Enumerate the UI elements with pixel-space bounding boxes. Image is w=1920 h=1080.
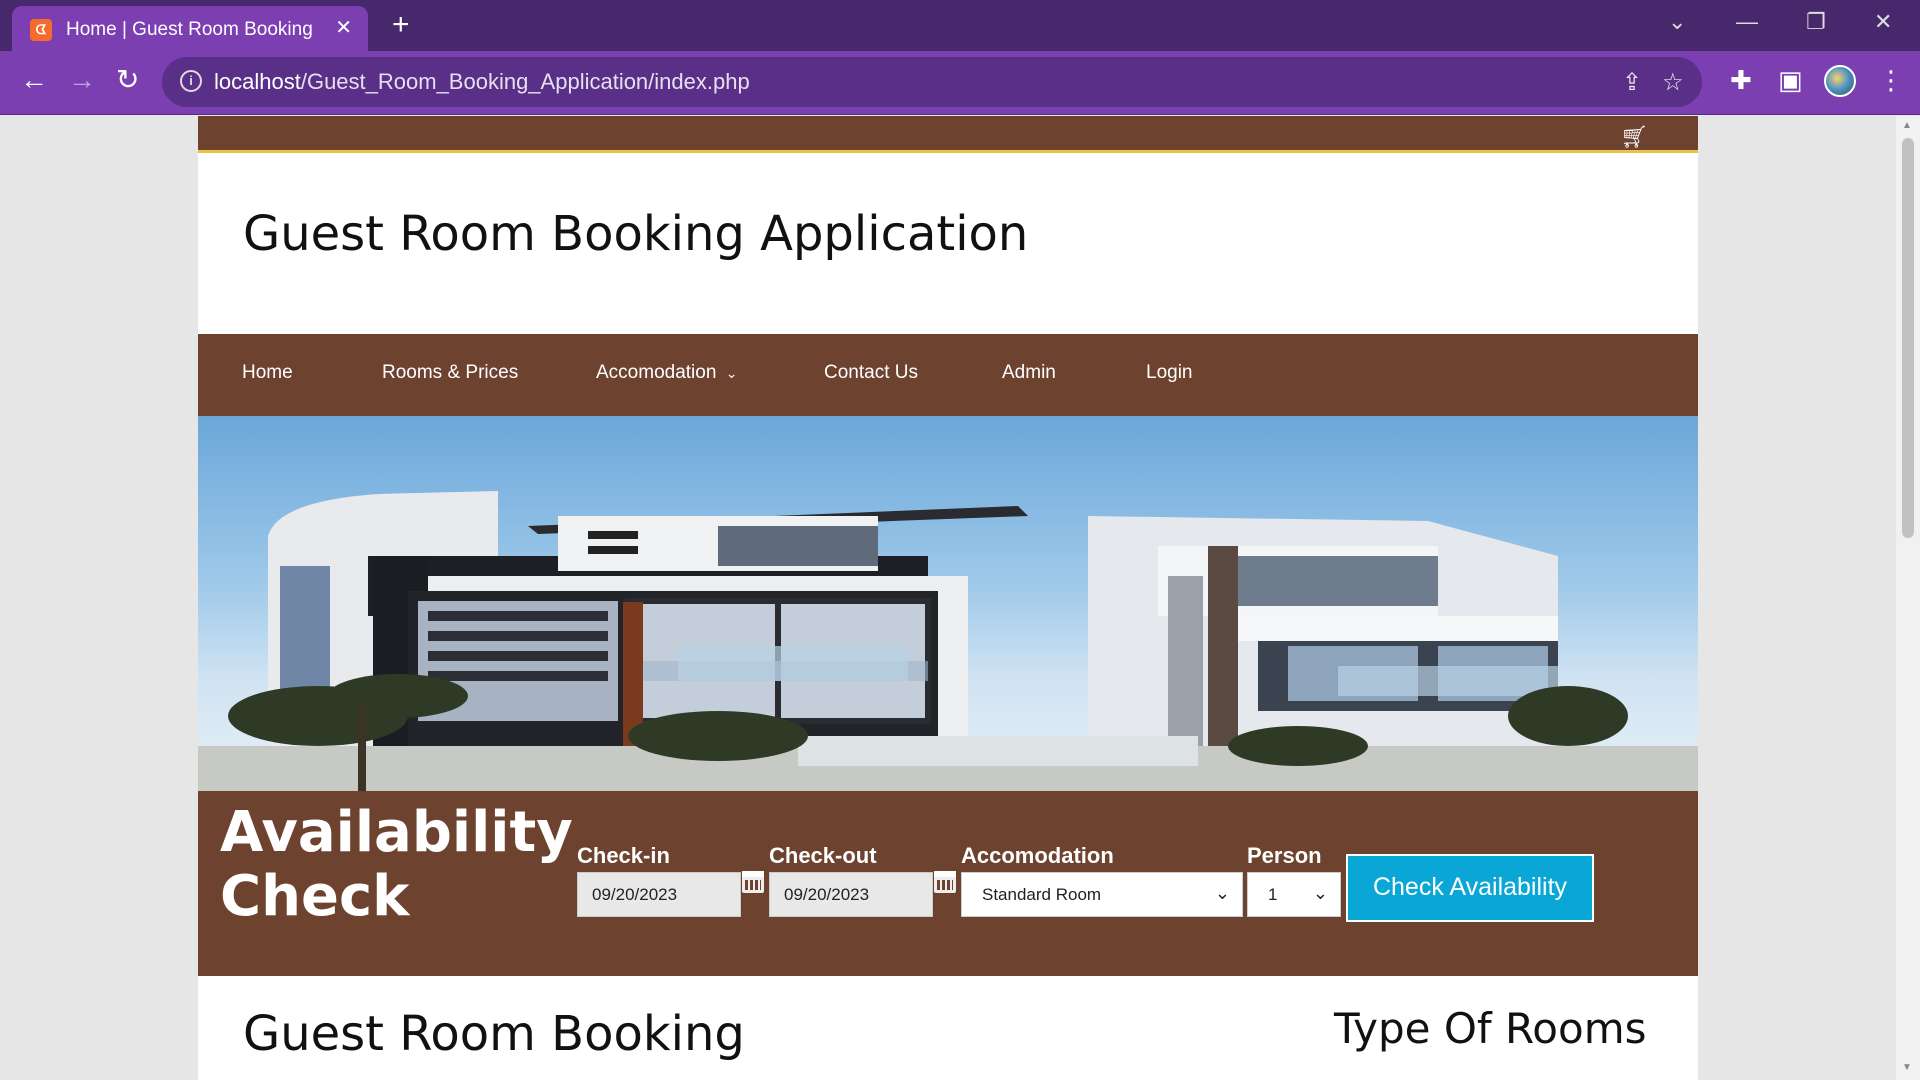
person-selected-value: 1 [1268,885,1278,904]
hotel-building-illustration [198,491,1698,791]
extensions-icon[interactable]: ✚ [1730,65,1752,95]
scroll-down-icon[interactable]: ▼ [1902,1062,1912,1073]
forward-icon[interactable]: → [68,65,96,95]
chevron-down-icon: ⌄ [1214,883,1230,903]
xampp-icon: ᗧ [30,19,52,41]
reload-icon[interactable]: ↻ [116,65,139,95]
profile-avatar[interactable] [1824,65,1856,97]
url-host: localhost [214,69,301,94]
hero-banner-image [198,416,1698,791]
nav-accomodation[interactable]: Accomodation ⌄ [596,362,737,384]
scroll-up-icon[interactable]: ▲ [1902,120,1912,131]
checkin-date-input[interactable]: 09/20/2023 [577,872,741,917]
scroll-thumb[interactable] [1902,138,1914,538]
url-path: /Guest_Room_Booking_Application/index.ph… [300,69,750,94]
page-scrollbar[interactable]: ▲ ▼ [1896,116,1920,1080]
site-info-icon[interactable]: i [180,70,202,92]
browser-tab-strip: ᗧ Home | Guest Room Booking ✕ + ⌄ — ❐ ✕ [0,0,1920,51]
room-types-title: Type Of Rooms [1334,1004,1647,1053]
checkout-label: Check-out [769,843,877,868]
checkin-label: Check-in [577,843,670,868]
close-window-icon[interactable]: ✕ [1874,10,1892,34]
restore-icon[interactable]: ❐ [1806,10,1826,34]
nav-login[interactable]: Login [1146,362,1193,384]
tab-title: Home | Guest Room Booking [66,19,313,40]
share-icon[interactable]: ⇪ [1622,68,1642,97]
page-container: 🛒︎ Guest Room Booking Application Home R… [198,116,1698,1080]
accommodation-label: Accomodation [961,843,1114,868]
nav-accomodation-label: Accomodation [596,362,717,383]
main-navigation: Home Rooms & Prices Accomodation ⌄ Conta… [198,334,1698,416]
chevron-down-icon: ⌄ [725,365,738,381]
site-title: Guest Room Booking Application [243,206,1029,262]
person-select[interactable]: 1 ⌄ [1247,872,1341,917]
check-availability-button[interactable]: Check Availability [1346,854,1594,922]
nav-rooms-prices[interactable]: Rooms & Prices [382,362,518,384]
checkout-date-input[interactable]: 09/20/2023 [769,872,933,917]
nav-contact-us[interactable]: Contact Us [824,362,918,384]
top-bar: 🛒︎ [198,116,1698,153]
minimize-icon[interactable]: — [1736,10,1758,34]
new-tab-icon[interactable]: + [392,10,410,40]
url-text[interactable]: localhost/Guest_Room_Booking_Application… [214,69,750,95]
availability-check-panel: Availability Check Check-in 09/20/2023 C… [198,791,1698,976]
close-tab-icon[interactable]: ✕ [335,17,352,39]
side-panel-icon[interactable]: ▣ [1778,65,1803,95]
person-label: Person [1247,843,1322,868]
availability-title-line2: Check [220,864,410,929]
address-bar[interactable]: i localhost/Guest_Room_Booking_Applicati… [162,57,1702,107]
menu-kebab-icon[interactable]: ⋮ [1878,65,1904,95]
browser-toolbar: ← → ↻ i localhost/Guest_Room_Booking_App… [0,51,1920,115]
calendar-icon[interactable] [742,871,764,893]
bookmark-star-icon[interactable]: ☆ [1662,68,1684,97]
browser-tab[interactable]: ᗧ Home | Guest Room Booking ✕ [12,6,368,51]
calendar-icon[interactable] [934,871,956,893]
nav-admin[interactable]: Admin [1002,362,1056,384]
section-title: Guest Room Booking [243,1006,745,1062]
page-viewport: 🛒︎ Guest Room Booking Application Home R… [0,116,1896,1080]
tab-search-icon[interactable]: ⌄ [1668,10,1686,34]
accommodation-select[interactable]: Standard Room ⌄ [961,872,1243,917]
nav-home[interactable]: Home [242,362,293,384]
accommodation-selected-value: Standard Room [982,885,1102,904]
availability-title-line1: Availability [220,800,573,865]
availability-title: Availability Check [220,801,573,929]
shopping-cart-icon[interactable]: 🛒︎ [1620,124,1648,150]
back-icon[interactable]: ← [20,65,48,95]
chevron-down-icon: ⌄ [1312,883,1328,903]
